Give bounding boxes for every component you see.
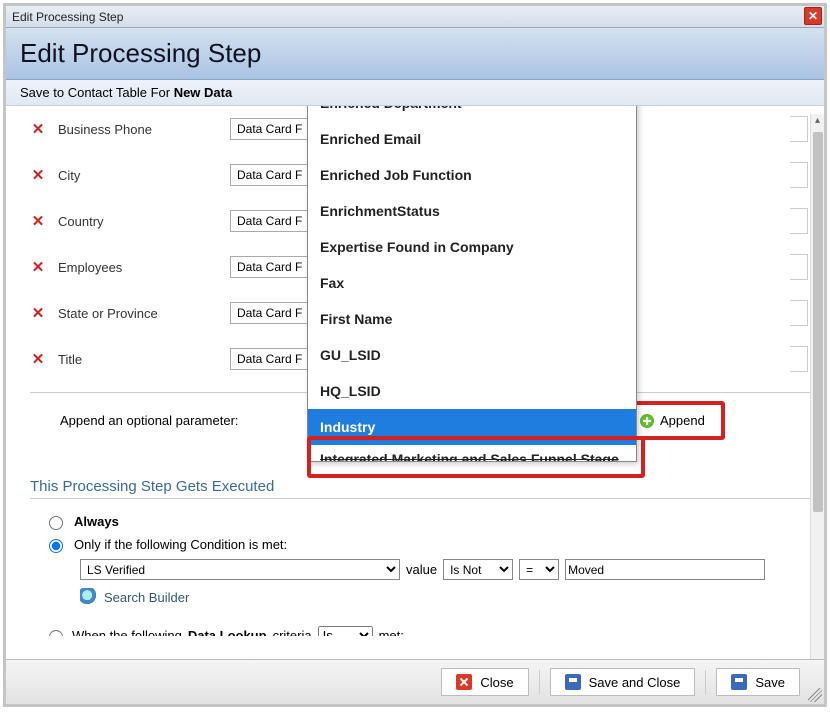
footer: Close Save and Close Save [6, 659, 824, 704]
resize-grip-icon[interactable] [808, 688, 822, 702]
field-type-dropdown[interactable]: Enriched Department Enriched Email Enric… [307, 106, 637, 462]
window-close-button[interactable]: ✕ [804, 7, 822, 25]
scrollbar[interactable]: ▴ [810, 114, 824, 659]
content-area: Enriched Department Enriched Email Enric… [6, 106, 824, 636]
save-button-label: Save [755, 675, 785, 690]
delete-field-button[interactable]: ✕ [30, 258, 46, 276]
condition-field-select[interactable]: LS Verified [80, 559, 400, 580]
delete-field-button[interactable]: ✕ [30, 304, 46, 322]
radio-lookup-input[interactable] [49, 630, 63, 636]
field-label: Employees [58, 260, 218, 275]
condition-op1-select[interactable]: Is Not [443, 559, 513, 580]
append-label: Append an optional parameter: [60, 413, 310, 428]
close-button-label: Close [480, 675, 513, 690]
search-builder-label: Search Builder [104, 590, 189, 605]
delete-field-button[interactable]: ✕ [30, 350, 46, 368]
radio-condition-input[interactable] [49, 539, 63, 553]
save-close-button-label: Save and Close [589, 675, 681, 690]
field-end-box [790, 300, 808, 326]
condition-row: LS Verified value Is Not = [80, 559, 812, 580]
save-icon [565, 674, 581, 690]
field-end-box [790, 346, 808, 372]
page-title: Edit Processing Step [20, 38, 810, 69]
field-label: Title [58, 352, 218, 367]
window-titlebar: Edit Processing Step ✕ [6, 6, 824, 28]
delete-field-button[interactable]: ✕ [30, 166, 46, 184]
dd-item[interactable]: Enriched Email [308, 121, 636, 157]
dd-item[interactable]: Integrated Marketing and Sales Funnel St… [308, 445, 636, 461]
radio-always[interactable]: Always [44, 513, 798, 530]
condition-value-input[interactable] [565, 559, 765, 580]
dd-item-selected[interactable]: Industry [308, 409, 636, 445]
plus-icon [640, 414, 654, 428]
search-builder-icon [80, 588, 98, 606]
field-end-box [790, 162, 808, 188]
lookup-op-select[interactable]: Is [318, 626, 373, 636]
lookup-bold: Data Lookup [188, 628, 267, 636]
save-button[interactable]: Save [716, 668, 800, 696]
lookup-met: met: [379, 628, 404, 636]
window-title: Edit Processing Step [12, 10, 123, 24]
exec-section-title: This Processing Step Gets Executed [30, 478, 812, 499]
cond-value-label: value [406, 562, 437, 577]
close-icon [456, 674, 472, 690]
field-end-box [790, 116, 808, 142]
scroll-up-icon[interactable]: ▴ [811, 114, 824, 128]
separator [705, 670, 706, 694]
header: Edit Processing Step [6, 28, 824, 80]
separator [539, 670, 540, 694]
delete-field-button[interactable]: ✕ [30, 212, 46, 230]
dd-item[interactable]: Expertise Found in Company [308, 229, 636, 265]
radio-always-label: Always [74, 514, 119, 529]
dd-item[interactable]: Fax [308, 265, 636, 301]
search-builder-link[interactable]: Search Builder [80, 588, 812, 606]
radio-condition[interactable]: Only if the following Condition is met: [44, 536, 798, 553]
delete-field-button[interactable]: ✕ [30, 120, 46, 138]
append-button-label: Append [660, 413, 705, 428]
lookup-suffix: criteria [273, 628, 312, 636]
field-label: State or Province [58, 306, 218, 321]
save-close-button[interactable]: Save and Close [550, 668, 696, 696]
scrollbar-thumb[interactable] [813, 132, 823, 512]
field-label: Country [58, 214, 218, 229]
save-icon [731, 674, 747, 690]
dd-item[interactable]: Enriched Department [308, 106, 636, 121]
close-button[interactable]: Close [441, 668, 528, 696]
dd-item[interactable]: HQ_LSID [308, 373, 636, 409]
subheader-bold: New Data [174, 85, 233, 100]
field-label: Business Phone [58, 122, 218, 137]
condition-op2-select[interactable]: = [519, 559, 559, 580]
field-end-box [790, 254, 808, 280]
radio-lookup[interactable]: When the following Data Lookup criteria … [44, 626, 798, 636]
subheader-text: Save to Contact Table For [20, 85, 174, 100]
subheader: Save to Contact Table For New Data [6, 80, 824, 106]
dd-item[interactable]: Enriched Job Function [308, 157, 636, 193]
dd-item[interactable]: First Name [308, 301, 636, 337]
field-label: City [58, 168, 218, 183]
radio-always-input[interactable] [49, 516, 63, 530]
dd-item[interactable]: EnrichmentStatus [308, 193, 636, 229]
field-end-box [790, 208, 808, 234]
lookup-prefix: When the following [72, 628, 182, 636]
dd-item[interactable]: GU_LSID [308, 337, 636, 373]
radio-condition-label: Only if the following Condition is met: [74, 537, 287, 552]
